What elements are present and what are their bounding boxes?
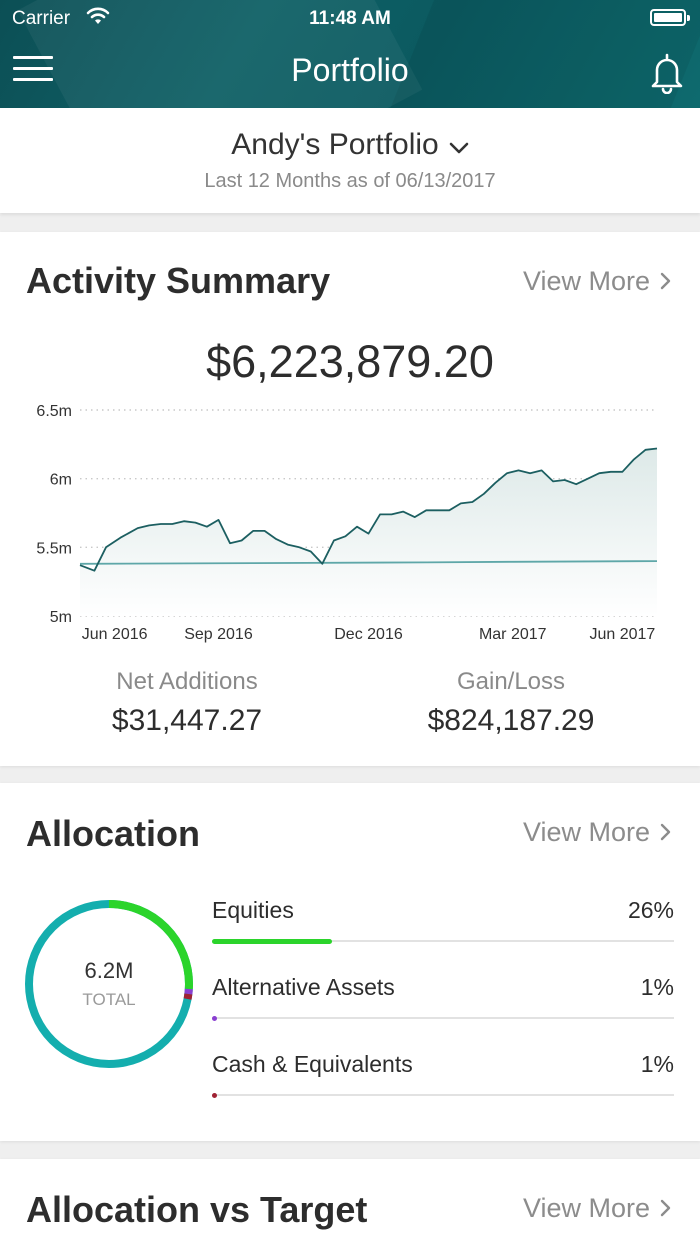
chevron-down-icon — [449, 129, 469, 163]
chart-x-tick-label: Sep 2016 — [184, 626, 253, 643]
nav-bar: Portfolio — [0, 44, 700, 100]
chart-x-tick-label: Dec 2016 — [334, 626, 403, 643]
status-time: 11:48 AM — [309, 8, 391, 29]
target-view-more-link[interactable]: View More — [523, 1193, 672, 1225]
chart-x-tick-label: Jun 2016 — [82, 626, 148, 643]
allocation-view-more-link[interactable]: View More — [523, 817, 672, 849]
activity-summary-card: Activity Summary View More $6,223,879.20… — [0, 232, 700, 766]
allocation-row-cash-equivalents[interactable]: Cash & Equivalents 1% — [212, 1051, 674, 1121]
allocation-row-bar — [212, 1093, 217, 1098]
net-additions-label: Net Additions — [116, 668, 258, 695]
net-additions-value: $31,447.27 — [111, 704, 263, 737]
allocation-row-bar — [212, 1016, 217, 1021]
allocation-card: Allocation View More 6.2M TOTAL Equities… — [0, 783, 700, 1141]
allocation-row-equities[interactable]: Equities 26% — [212, 897, 674, 967]
status-bar: Carrier 11:48 AM — [0, 0, 700, 36]
allocation-row-percent: 26% — [627, 897, 674, 923]
allocation-vs-target-card: Allocation vs Target View More — [0, 1159, 700, 1244]
chart-y-tick-label: 6.5m — [36, 403, 72, 420]
gain-loss-stat: Gain/Loss $824,187.29 — [336, 668, 686, 738]
allocation-row-name: Alternative Assets — [212, 974, 395, 1000]
chart-y-tick-label: 5.5m — [36, 540, 72, 557]
chevron-right-icon — [660, 1194, 672, 1225]
notification-bell-icon[interactable] — [648, 52, 686, 95]
app-header: Carrier 11:48 AM Portfolio — [0, 0, 700, 108]
allocation-row-track — [212, 1016, 674, 1021]
allocation-row-alternative-assets[interactable]: Alternative Assets 1% — [212, 974, 674, 1044]
allocation-row-bar — [212, 939, 333, 944]
activity-chart: 6.5m 6m 5.5m 5m Jun 2016 Sep 2016 Dec 2016 Mar … — [36, 403, 658, 643]
allocation-donut-chart[interactable] — [24, 899, 194, 1069]
portfolio-selector[interactable]: Andy's Portfolio Last 12 Months as of 06… — [0, 108, 700, 213]
chart-x-tick-label: Jun 2017 — [589, 626, 655, 643]
allocation-title: Allocation — [26, 813, 201, 854]
gain-loss-value: $824,187.29 — [427, 704, 595, 737]
activity-summary-title: Activity Summary — [26, 260, 331, 301]
chart-y-tick-label: 6m — [50, 472, 72, 489]
chart-x-tick-label: Mar 2017 — [479, 626, 547, 643]
allocation-row-name: Cash & Equivalents — [212, 1051, 413, 1077]
allocation-vs-target-title: Allocation vs Target — [26, 1189, 368, 1230]
net-additions-stat: Net Additions $31,447.27 — [12, 668, 362, 738]
chevron-right-icon — [660, 267, 672, 298]
portfolio-name[interactable]: Andy's Portfolio — [0, 128, 700, 163]
portfolio-total-value: $6,223,879.20 — [206, 336, 494, 387]
allocation-row-track — [212, 939, 674, 944]
allocation-row-percent: 1% — [640, 1051, 674, 1077]
gain-loss-label: Gain/Loss — [456, 668, 566, 695]
donut-total-value: 6.2M — [84, 958, 134, 983]
chevron-right-icon — [660, 818, 672, 849]
activity-view-more-link[interactable]: View More — [523, 266, 672, 298]
portfolio-date-range: Last 12 Months as of 06/13/2017 — [204, 170, 496, 192]
battery-icon — [650, 9, 690, 26]
allocation-row-name: Equities — [212, 897, 294, 923]
allocation-row-track — [212, 1093, 674, 1098]
donut-total-label: TOTAL — [82, 990, 136, 1009]
allocation-row-percent: 1% — [640, 974, 674, 1000]
page-title: Portfolio — [291, 52, 409, 88]
chart-y-tick-label: 5m — [50, 609, 72, 626]
